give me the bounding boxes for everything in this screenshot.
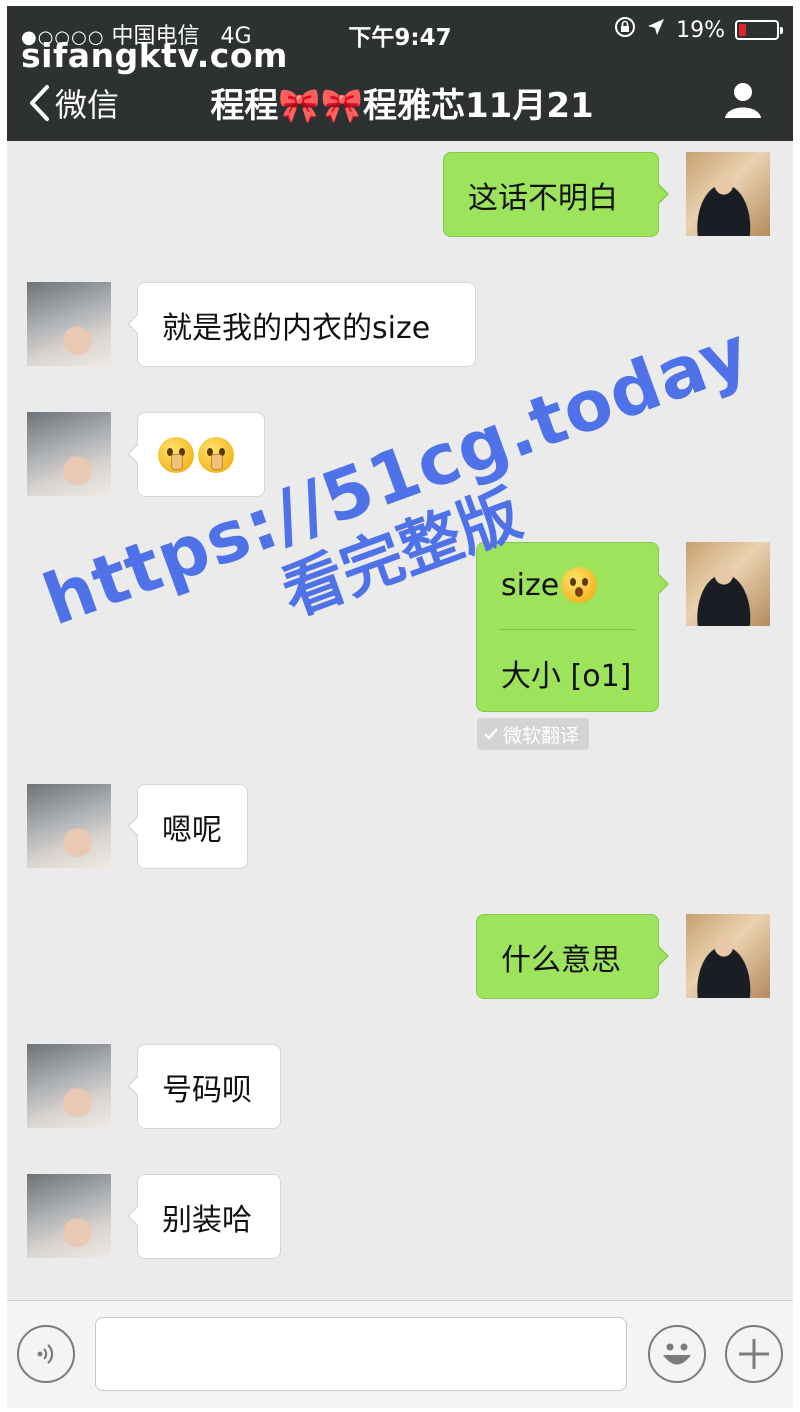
back-label: 微信 xyxy=(55,86,120,124)
chevron-left-icon xyxy=(30,85,49,121)
chat-screen: ●○○○○ 中国电信 4G 下午9:47 19% sifangktv.com 微… xyxy=(7,6,793,1408)
battery-icon xyxy=(735,20,783,40)
more-button[interactable] xyxy=(725,1325,783,1383)
shushing-face-icon xyxy=(198,436,234,473)
my-avatar[interactable] xyxy=(686,152,770,236)
message-bubble-mine[interactable]: 什么意思 xyxy=(476,914,669,999)
flushed-face-icon xyxy=(561,567,598,603)
message-text: 这话不明白 xyxy=(468,180,618,216)
header: ●○○○○ 中国电信 4G 下午9:47 19% sifangktv.com 微… xyxy=(7,6,793,141)
my-avatar[interactable] xyxy=(686,542,770,626)
message-text: 嗯呢 xyxy=(162,812,222,848)
original-text-row: size xyxy=(501,567,598,603)
message-text: size xyxy=(501,567,560,603)
shushing-face-icon xyxy=(158,436,194,473)
site-watermark: sifangktv.com xyxy=(21,36,288,75)
nav-bar: 微信 程程🎀🎀程雅芯11月21 xyxy=(7,76,793,132)
status-right: 19% xyxy=(614,16,783,44)
message-bubble-mine-translated[interactable]: size 大小 [o1] xyxy=(476,542,669,712)
contact-avatar[interactable] xyxy=(27,1174,111,1258)
back-button[interactable]: 微信 xyxy=(27,80,119,126)
message-bubble-theirs[interactable]: 就是我的内衣的size xyxy=(127,282,476,367)
translation-source: 微软翻译 xyxy=(503,724,580,747)
my-avatar[interactable] xyxy=(686,914,770,998)
message-bubble-mine[interactable]: 这话不明白 xyxy=(443,152,669,237)
message-bubble-theirs[interactable]: 别装哈 xyxy=(127,1174,281,1259)
plus-icon xyxy=(739,1339,769,1369)
title-prefix: 程程 xyxy=(210,86,279,126)
battery-percent: 19% xyxy=(676,17,725,43)
profile-button[interactable] xyxy=(723,80,763,124)
bow-emoji-icon: 🎀🎀 xyxy=(278,86,364,126)
person-icon xyxy=(725,83,761,118)
rotation-lock-icon xyxy=(614,16,636,44)
contact-avatar[interactable] xyxy=(27,1044,111,1128)
contact-avatar[interactable] xyxy=(27,282,111,366)
translation-divider xyxy=(499,629,636,630)
title-suffix: 程雅芯11月21 xyxy=(363,86,594,126)
message-bubble-theirs[interactable] xyxy=(127,412,265,497)
input-bar xyxy=(7,1300,793,1408)
checkmark-icon xyxy=(484,728,498,740)
contact-avatar[interactable] xyxy=(27,412,111,496)
message-bubble-theirs[interactable]: 号码呗 xyxy=(127,1044,281,1129)
message-text: 什么意思 xyxy=(501,942,621,978)
voice-icon xyxy=(37,1344,54,1364)
message-text: 就是我的内衣的size xyxy=(162,310,431,346)
chat-title: 程程🎀🎀程雅芯11月21 xyxy=(187,78,617,127)
emoji-icon xyxy=(663,1343,691,1365)
contact-avatar[interactable] xyxy=(27,784,111,868)
translation-source-badge: 微软翻译 xyxy=(477,718,590,750)
message-bubble-theirs[interactable]: 嗯呢 xyxy=(127,784,248,869)
message-text: 别装哈 xyxy=(162,1202,252,1238)
translated-text: 大小 [o1] xyxy=(501,659,632,694)
message-input[interactable] xyxy=(95,1317,627,1391)
voice-button[interactable] xyxy=(17,1325,75,1383)
location-arrow-icon xyxy=(646,17,666,43)
emoji-button[interactable] xyxy=(648,1325,706,1383)
message-text: 号码呗 xyxy=(162,1072,252,1108)
